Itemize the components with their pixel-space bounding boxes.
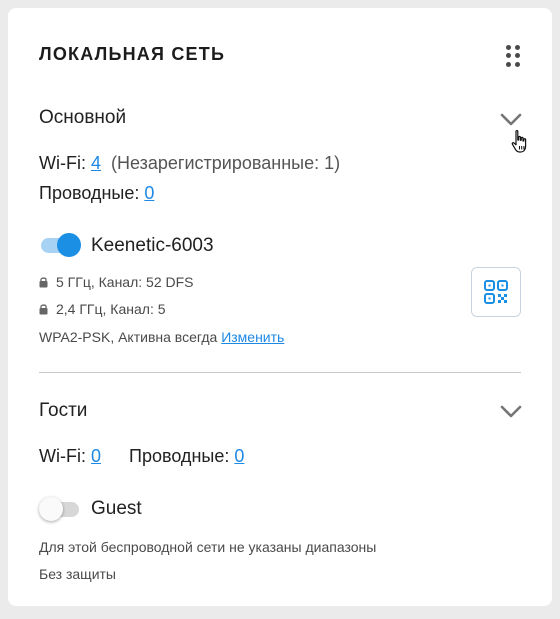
band-24ghz-text: 2,4 ГГц, Канал: 5	[56, 301, 166, 317]
guest-bands-note: Для этой беспроводной сети не указаны ди…	[39, 539, 377, 555]
main-wired-stats: Проводные: 0	[39, 183, 154, 204]
band-5ghz-text: 5 ГГц, Канал: 52 DFS	[56, 274, 194, 290]
guest-wifi-stats: Wi-Fi: 0	[39, 446, 101, 467]
band-5ghz-info: 5 ГГц, Канал: 52 DFS	[39, 274, 194, 290]
guest-security-text: Без защиты	[39, 566, 116, 582]
change-link[interactable]: Изменить	[221, 329, 284, 345]
unregistered-count: (Незарегистрированные: 1)	[111, 153, 341, 173]
drag-dots-icon[interactable]	[506, 45, 526, 67]
card-title: ЛОКАЛЬНАЯ СЕТЬ	[39, 44, 226, 64]
section-divider	[39, 372, 521, 373]
main-section-title: Основной	[39, 107, 127, 128]
local-network-card: ЛОКАЛЬНАЯ СЕТЬ Основной Wi-Fi: 4 (Незаре…	[8, 8, 552, 606]
main-network-name: Keenetic-6003	[91, 235, 214, 256]
lock-icon	[39, 277, 48, 288]
main-wifi-count-link[interactable]: 4	[91, 153, 101, 173]
wifi-label: Wi-Fi:	[39, 446, 86, 466]
guest-section-title: Гости	[39, 400, 88, 421]
main-wired-count-link[interactable]: 0	[144, 183, 154, 203]
security-info: WPA2-PSK, Активна всегда Изменить	[39, 329, 284, 345]
wired-label: Проводные:	[39, 183, 140, 203]
wifi-label: Wi-Fi:	[39, 153, 86, 173]
qr-code-icon	[484, 280, 508, 304]
chevron-down-icon[interactable]	[499, 399, 523, 423]
guest-network-name: Guest	[91, 498, 142, 519]
wired-label: Проводные:	[129, 446, 230, 466]
chevron-down-icon[interactable]	[499, 107, 523, 131]
band-24ghz-info: 2,4 ГГц, Канал: 5	[39, 301, 166, 317]
lock-icon	[39, 304, 48, 315]
main-network-toggle[interactable]	[39, 233, 81, 257]
guest-wired-stats: Проводные: 0	[129, 446, 244, 467]
guest-wired-count-link[interactable]: 0	[234, 446, 244, 466]
qr-code-button[interactable]	[471, 267, 521, 317]
security-text: WPA2-PSK, Активна всегда	[39, 329, 218, 345]
hand-pointer-cursor-icon	[510, 129, 530, 155]
guest-wifi-count-link[interactable]: 0	[91, 446, 101, 466]
guest-network-toggle[interactable]	[39, 497, 81, 521]
main-wifi-stats: Wi-Fi: 4 (Незарегистрированные: 1)	[39, 153, 340, 174]
